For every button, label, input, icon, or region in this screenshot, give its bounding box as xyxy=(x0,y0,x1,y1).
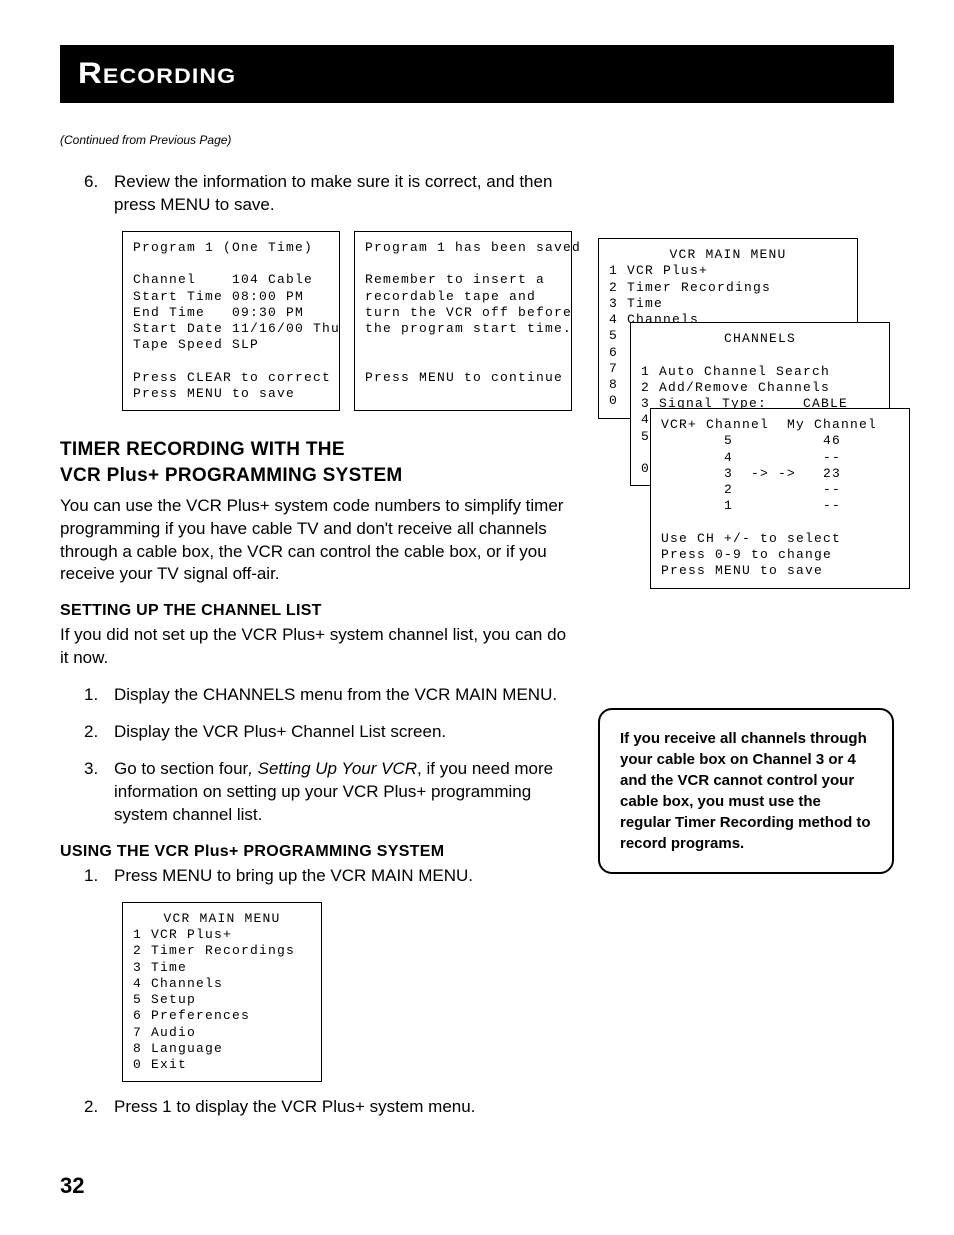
step-number: 6. xyxy=(84,171,114,217)
setup-step-2: 2. Display the VCR Plus+ Channel List sc… xyxy=(84,721,572,744)
section-title: Recording xyxy=(78,57,236,91)
osd-layer2-title: CHANNELS xyxy=(641,331,879,347)
setup-intro: If you did not set up the VCR Plus+ syst… xyxy=(60,624,572,670)
step-text: Go to section four, Setting Up Your VCR,… xyxy=(114,758,572,827)
step-number: 1. xyxy=(84,684,114,707)
osd-layer1-title: VCR MAIN MENU xyxy=(609,247,847,263)
osd-row: Program 1 (One Time) Channel 104 Cable S… xyxy=(122,231,572,412)
step3-ital: , Setting Up Your VCR xyxy=(248,759,417,778)
section-header: Recording xyxy=(60,45,894,103)
osd-layered-stack: VCR MAIN MENU1 VCR Plus+ 2 Timer Recordi… xyxy=(598,238,894,558)
step-text: Display the CHANNELS menu from the VCR M… xyxy=(114,684,572,707)
note-box: If you receive all channels through your… xyxy=(598,708,894,874)
using-step-1: 1. Press MENU to bring up the VCR MAIN M… xyxy=(84,865,572,888)
page-number: 32 xyxy=(60,1173,84,1199)
osd-program-saved: Program 1 has been saved Remember to ins… xyxy=(354,231,572,412)
content-container: (Continued from Previous Page) 6. Review… xyxy=(60,133,894,1133)
step-text: Display the VCR Plus+ Channel List scree… xyxy=(114,721,572,744)
osd-main-menu-wrap: VCR MAIN MENU1 VCR Plus+ 2 Timer Recordi… xyxy=(122,902,572,1083)
step-number: 3. xyxy=(84,758,114,827)
heading-using-vcrplus: USING THE VCR Plus+ PROGRAMMING SYSTEM xyxy=(60,843,572,861)
using-title-c: + PROGRAMMING SYSTEM xyxy=(229,843,444,860)
setup-step-3: 3. Go to section four, Setting Up Your V… xyxy=(84,758,572,827)
heading-setup-channel-list: SETTING UP THE CHANNEL LIST xyxy=(60,602,572,620)
step3-pre: Go to section four xyxy=(114,759,248,778)
heading-line2c: + PROGRAMMING SYSTEM xyxy=(148,465,403,486)
using-step-2: 2. Press 1 to display the VCR Plus+ syst… xyxy=(84,1096,572,1119)
step-text: Review the information to make sure it i… xyxy=(114,171,572,217)
heading-line2a: VCR P xyxy=(60,465,120,486)
right-column: VCR MAIN MENU1 VCR Plus+ 2 Timer Recordi… xyxy=(598,133,894,1133)
osd-main-body: 1 VCR Plus+ 2 Timer Recordings 3 Time 4 … xyxy=(133,927,295,1072)
timer-intro: You can use the VCR Plus+ system code nu… xyxy=(60,495,572,587)
osd-layer3-body: 5 46 4 -- 3 -> -> 23 2 -- 1 -- Use CH +/… xyxy=(661,433,841,578)
heading-line1: TIMER RECORDING WITH THE xyxy=(60,439,345,460)
step-number: 2. xyxy=(84,721,114,744)
osd-layer-channellist: VCR+ Channel My Channel 5 46 4 -- 3 -> -… xyxy=(650,408,910,589)
setup-step-1: 1. Display the CHANNELS menu from the VC… xyxy=(84,684,572,707)
continued-note: (Continued from Previous Page) xyxy=(60,133,572,147)
osd-main-title: VCR MAIN MENU xyxy=(133,911,311,927)
osd-main-menu: VCR MAIN MENU1 VCR Plus+ 2 Timer Recordi… xyxy=(122,902,322,1083)
left-column: (Continued from Previous Page) 6. Review… xyxy=(60,133,572,1133)
step-text: Press MENU to bring up the VCR MAIN MENU… xyxy=(114,865,572,888)
heading-line2b: lus xyxy=(120,465,148,486)
step-text: Press 1 to display the VCR Plus+ system … xyxy=(114,1096,572,1119)
using-title-b: lus xyxy=(205,843,229,860)
step-number: 2. xyxy=(84,1096,114,1119)
step-6: 6. Review the information to make sure i… xyxy=(84,171,572,217)
step-number: 1. xyxy=(84,865,114,888)
osd-program-review: Program 1 (One Time) Channel 104 Cable S… xyxy=(122,231,340,412)
heading-timer-recording: TIMER RECORDING WITH THE VCR Plus+ PROGR… xyxy=(60,437,572,488)
osd-layer3-head: VCR+ Channel My Channel xyxy=(661,417,877,432)
using-title-a: USING THE VCR P xyxy=(60,843,205,860)
